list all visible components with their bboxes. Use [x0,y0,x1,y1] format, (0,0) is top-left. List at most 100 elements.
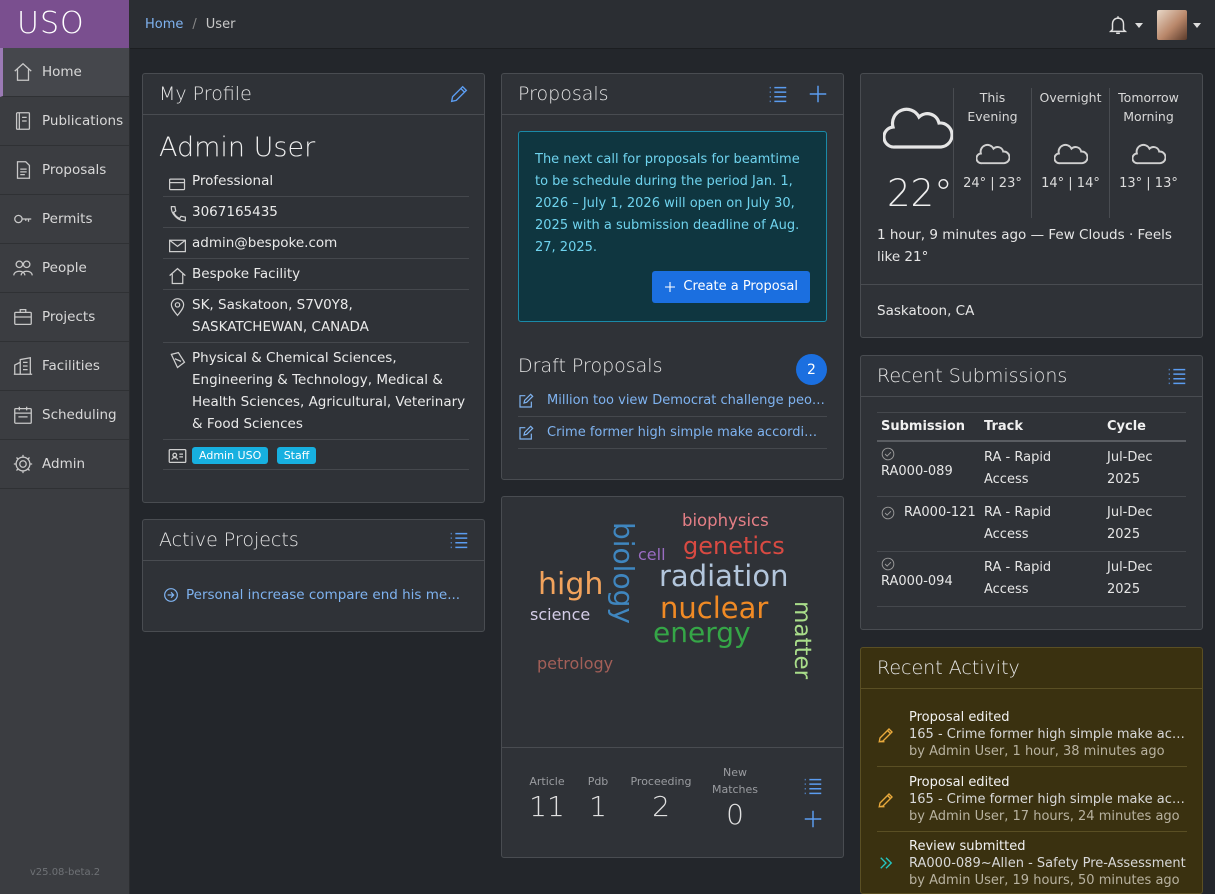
keyword-high[interactable]: high [538,567,603,602]
notice-text: The next call for proposals for beamtime… [535,152,800,255]
proposals-card: Proposals The next call for proposals fo… [501,73,844,480]
track-cell: RA - Rapid Access [980,496,1103,552]
sidebar-item-admin[interactable]: Admin [0,440,129,489]
list-icon[interactable] [767,83,789,105]
weather-location: Saskatoon, CA [877,303,975,319]
sidebar-item-label: Permits [42,211,93,227]
edit-icon [519,424,534,440]
plus-icon [665,282,676,292]
activity-item[interactable]: Review submitted RA000-089~Allen - Safet… [877,838,1187,893]
weather-description: 1 hour, 9 minutes ago — Few Clouds · Fee… [877,227,1172,265]
drafts-title: Draft Proposals [518,355,663,377]
recent-submissions-header: Recent Submissions [861,356,1202,397]
breadcrumb-home[interactable]: Home [145,17,183,32]
brand-logo[interactable]: USO [0,0,129,48]
column-header: Submission [877,413,980,442]
forecast-evening: This Evening 24° | 23° [953,88,1031,218]
home-icon [169,267,186,285]
stat-label: New Matches [711,766,759,796]
activity-item[interactable]: Proposal edited 165 - Crime former high … [877,774,1187,832]
track-cell: RA - Rapid Access [980,441,1103,497]
sidebar-item-scheduling[interactable]: Scheduling [0,391,129,440]
create-proposal-button[interactable]: Create a Proposal [652,271,810,303]
list-icon[interactable] [1166,365,1188,387]
calendar-icon [14,406,32,424]
sidebar-item-label: Admin [42,456,86,472]
role-badge-admin: Admin USO [192,447,269,464]
forecast-label: Tomorrow Morning [1118,90,1179,124]
sidebar-item-projects[interactable]: Projects [0,293,129,342]
user-menu-button[interactable] [1143,10,1201,40]
header-actions [1166,365,1188,387]
sidebar-item-proposals[interactable]: Proposals [0,146,129,195]
activity-body: Proposal edited 165 - Crime former high … [909,774,1187,826]
keyword-biophysics[interactable]: biophysics [682,511,769,530]
plus-icon[interactable] [807,83,829,105]
card-title: My Profile [159,83,252,105]
notifications-button[interactable] [1107,13,1143,37]
active-projects-card: Active Projects Personal increase compar… [142,519,485,632]
sidebar-item-label: Home [42,64,82,80]
stat-label: Article [529,775,565,788]
edit-pencil-icon[interactable] [448,83,470,105]
profile-fields-row: Physical & Chemical Sciences, Engineerin… [163,345,469,440]
keyword-science[interactable]: science [530,605,590,624]
sidebar-item-home[interactable]: Home [0,48,129,97]
submission-id[interactable]: RA000-089 [881,464,953,479]
sidebar-item-people[interactable]: People [0,244,129,293]
keyword-cloud: biophysics genetics biology cell high ra… [502,497,843,747]
card-title: Proposals [518,83,609,105]
cycle-cell: Jul-Dec 2025 [1103,496,1186,552]
keyword-biology[interactable]: biology [607,522,640,624]
header-actions [448,83,470,105]
list-icon[interactable] [448,529,470,551]
recent-activity-card: Recent Activity Proposal edited 165 - Cr… [860,647,1203,894]
project-item[interactable]: Personal increase compare end his me... [163,587,460,603]
submission-id[interactable]: RA000-121 [904,502,976,524]
sidebar-item-facilities[interactable]: Facilities [0,342,129,391]
create-proposal-label: Create a Proposal [683,279,798,294]
draft-proposal-item[interactable]: Million too view Democrat challenge peop… [518,385,827,417]
edit-icon [519,392,534,408]
header-actions [767,83,829,105]
activity-meta: by Admin User, 1 hour, 38 minutes ago [909,744,1165,759]
briefcase-icon [169,178,186,191]
id-card-icon [168,448,187,463]
keyword-genetics[interactable]: genetics [683,532,785,560]
submissions-table-container[interactable]: Submission Track Cycle RA000-089 RA - Ra… [877,412,1186,608]
profile-address-row: SK, Saskatoon, S7V0Y8, SASKATCHEWAN, CAN… [163,292,469,343]
plus-icon[interactable] [802,808,824,830]
weather-card: 22° This Evening 24° | 23° Overnight 14°… [860,73,1203,338]
activity-type: Proposal edited [909,775,1010,790]
table-row[interactable]: RA000-121 RA - Rapid Access Jul-Dec 2025 [877,496,1186,552]
activity-item[interactable]: Proposal edited 165 - Crime former high … [877,709,1187,767]
key-icon [14,214,32,224]
profile-email[interactable]: admin@bespoke.com [192,230,469,258]
gear-icon [13,454,33,474]
forecast-label: This Evening [967,90,1018,124]
document-icon [16,161,31,179]
keyword-radiation[interactable]: radiation [659,559,788,593]
sidebar-item-permits[interactable]: Permits [0,195,129,244]
forecast-overnight: Overnight 14° | 14° [1031,88,1109,218]
sidebar-item-label: Publications [42,113,124,129]
activity-detail: 165 - Crime former high simple make acco… [909,792,1187,807]
keyword-energy[interactable]: energy [653,616,751,649]
stat-new-matches: New Matches 0 [709,764,761,831]
keyword-petrology[interactable]: petrology [537,654,613,673]
sidebar-item-publications[interactable]: Publications [0,97,129,146]
table-row[interactable]: RA000-094 RA - Rapid Access Jul-Dec 2025 [877,551,1186,607]
profile-address: SK, Saskatoon, S7V0Y8, SASKATCHEWAN, CAN… [192,297,369,335]
draft-proposal-item[interactable]: Crime former high simple make according … [518,417,827,449]
list-icon[interactable] [802,775,824,797]
profile-card-header: My Profile [143,74,484,115]
activity-body: Proposal edited 165 - Crime former high … [909,709,1187,761]
table-row[interactable]: RA000-089 RA - Rapid Access Jul-Dec 2025 [877,441,1186,497]
stat-label: Proceeding [630,775,692,788]
profile-roles-row: Admin USO Staff [163,442,469,470]
profile-type-row: Professional [163,168,469,197]
activity-detail: 165 - Crime former high simple make acco… [909,727,1187,742]
submission-id[interactable]: RA000-094 [881,574,953,589]
keyword-matter[interactable]: matter [789,601,815,679]
proposals-header: Proposals [502,74,843,115]
